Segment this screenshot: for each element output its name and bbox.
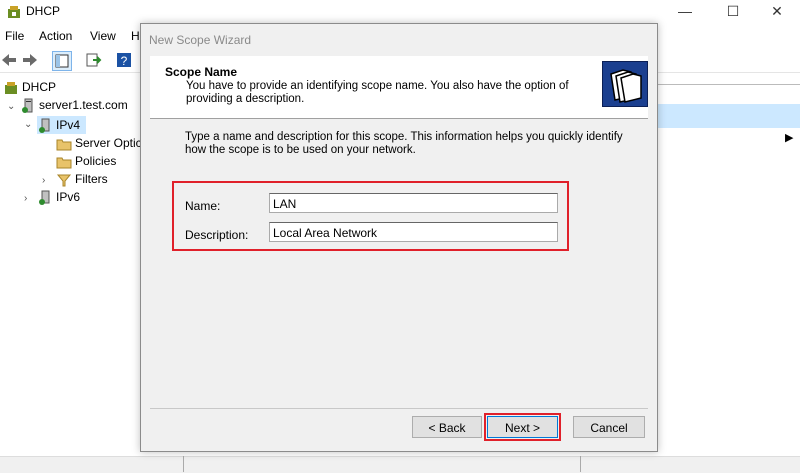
folder-icon — [56, 154, 72, 170]
highlight-box-fields — [172, 181, 569, 251]
status-bar — [0, 456, 800, 473]
wizard-title: New Scope Wizard — [149, 33, 252, 47]
back-button[interactable]: < Back — [412, 416, 482, 438]
tree-item-server-options[interactable]: Server Optic — [56, 134, 142, 152]
tree-item-filters[interactable]: Filters — [56, 170, 108, 188]
console-tree: DHCP ⌄ server1.test.com ⌄ IPv4 Server Op… — [0, 76, 142, 472]
tree-label-server: server1.test.com — [39, 98, 128, 112]
tree-item-policies[interactable]: Policies — [56, 152, 116, 170]
tree-label-ipv6: IPv6 — [56, 190, 81, 204]
tree-item-dhcp[interactable]: DHCP — [3, 78, 56, 96]
tree-label-ipv4: IPv4 — [56, 118, 81, 132]
tree-label-server-options: Server Optic — [75, 136, 142, 150]
console-tree-icon[interactable] — [52, 51, 72, 71]
actions-header-line — [655, 84, 800, 85]
expand-arrow-icon[interactable]: ▶ — [785, 131, 793, 144]
chevron-down-icon[interactable]: ⌄ — [7, 102, 17, 112]
wizard-separator — [150, 408, 648, 409]
back-arrow-icon[interactable] — [0, 51, 18, 69]
folder-options-icon — [56, 136, 72, 152]
status-divider — [580, 456, 581, 472]
chevron-right-icon[interactable]: › — [42, 176, 52, 186]
dhcp-icon — [6, 4, 22, 20]
filter-icon — [56, 172, 72, 188]
new-scope-wizard-dialog: New Scope Wizard Scope Name You have to … — [140, 23, 658, 452]
wizard-header: Scope Name You have to provide an identi… — [150, 56, 648, 119]
help-icon[interactable]: ? — [115, 51, 133, 69]
menu-help[interactable]: H — [131, 29, 140, 43]
menu-file[interactable]: File — [5, 29, 24, 43]
tree-label-policies: Policies — [75, 154, 117, 168]
close-button[interactable]: ✕ — [754, 0, 800, 24]
tree-item-ipv4[interactable]: IPv4 — [37, 116, 87, 134]
server-icon — [20, 98, 36, 114]
ipv6-icon — [37, 190, 53, 206]
dhcp-icon — [3, 80, 19, 96]
chevron-right-icon[interactable]: › — [24, 194, 34, 204]
forward-arrow-icon[interactable] — [21, 51, 39, 69]
highlight-box-next — [484, 413, 561, 441]
export-list-icon[interactable] — [84, 51, 102, 69]
wizard-folders-icon — [602, 61, 648, 107]
cancel-button[interactable]: Cancel — [573, 416, 645, 438]
tree-label-dhcp: DHCP — [22, 80, 57, 94]
chevron-down-icon[interactable]: ⌄ — [24, 120, 34, 130]
actions-selected-row[interactable] — [655, 104, 800, 128]
minimize-button[interactable]: — — [662, 0, 708, 24]
menu-view[interactable]: View — [90, 29, 116, 43]
wizard-step-title: Scope Name — [165, 65, 238, 79]
ipv4-icon — [37, 118, 53, 134]
wizard-body: Type a name and description for this sco… — [150, 119, 648, 405]
tree-item-ipv6[interactable]: IPv6 — [37, 188, 80, 206]
status-divider — [183, 456, 184, 472]
wizard-step-description: You have to provide an identifying scope… — [186, 80, 569, 105]
wizard-instructions: Type a name and description for this sco… — [185, 131, 623, 156]
maximize-button[interactable]: ☐ — [710, 0, 756, 24]
tree-item-server[interactable]: server1.test.com — [20, 96, 128, 114]
title-bar: DHCP — ☐ ✕ — [0, 0, 800, 24]
menu-action[interactable]: Action — [39, 29, 72, 43]
svg-text:?: ? — [121, 54, 128, 68]
tree-label-filters: Filters — [75, 172, 108, 186]
window-title: DHCP — [26, 4, 61, 18]
